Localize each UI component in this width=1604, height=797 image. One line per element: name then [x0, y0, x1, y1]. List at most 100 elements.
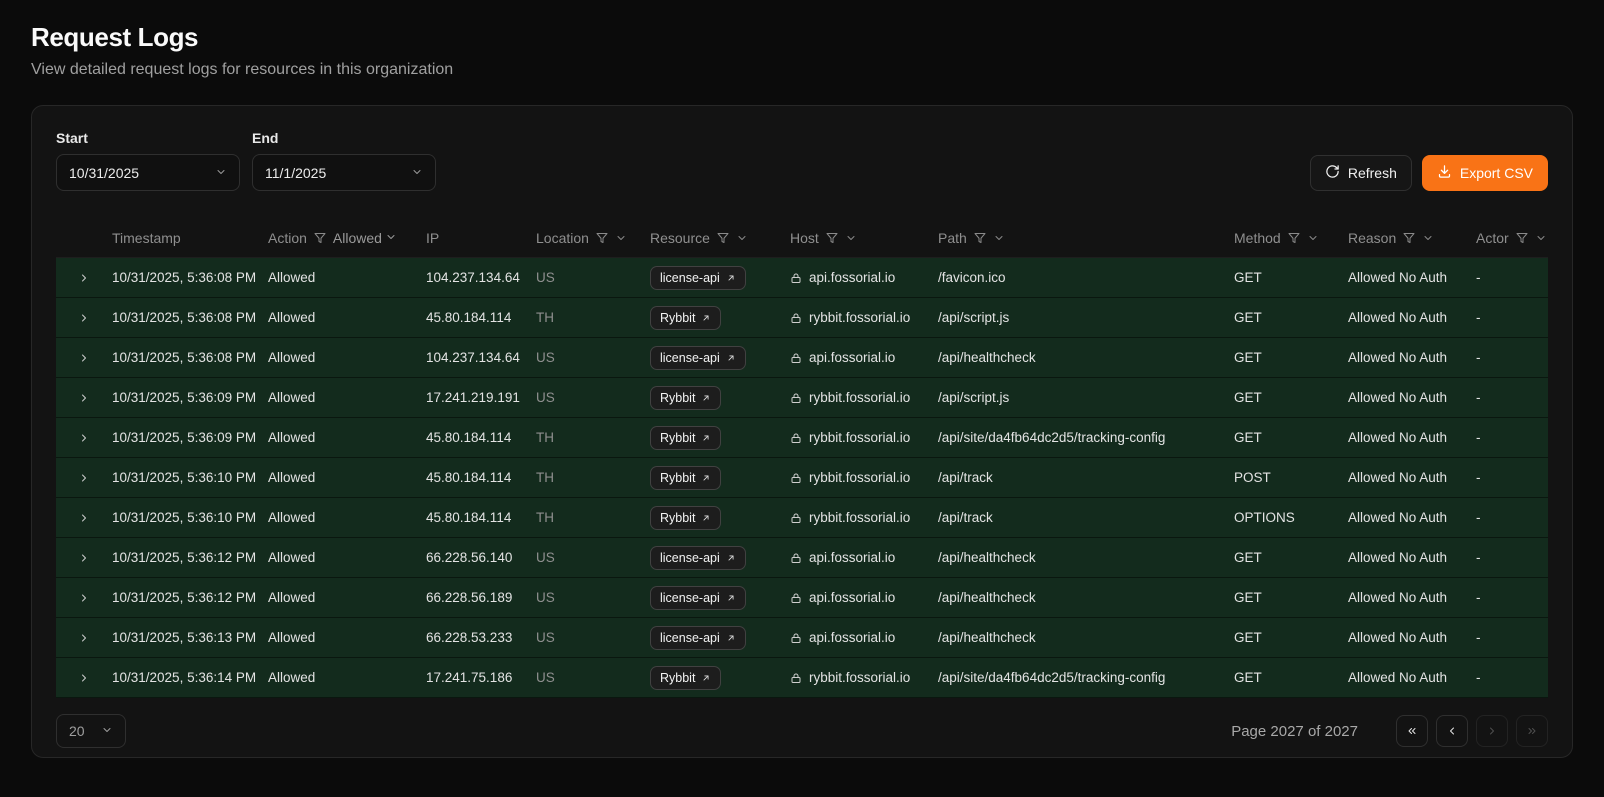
cell-method: OPTIONS	[1226, 510, 1340, 525]
cell-timestamp: 10/31/2025, 5:36:10 PM	[104, 510, 260, 525]
resource-badge[interactable]: license-api	[650, 626, 746, 650]
resource-badge[interactable]: Rybbit	[650, 426, 721, 450]
cell-path: /api/healthcheck	[930, 590, 1226, 605]
cell-reason: Allowed No Auth	[1340, 510, 1468, 525]
cell-path: /api/script.js	[930, 390, 1226, 405]
chevron-right-icon[interactable]	[78, 272, 90, 284]
arrow-up-right-icon	[701, 673, 711, 683]
filter-icon[interactable]	[974, 232, 986, 244]
filter-icon[interactable]	[1288, 232, 1300, 244]
cell-action: Allowed	[260, 630, 418, 645]
expander-cell	[56, 512, 104, 524]
resource-badge[interactable]: Rybbit	[650, 466, 721, 490]
chevron-right-icon[interactable]	[78, 672, 90, 684]
chevron-down-icon	[385, 230, 397, 246]
cell-action: Allowed	[260, 430, 418, 445]
col-timestamp: Timestamp	[104, 230, 260, 246]
col-ip: IP	[418, 230, 528, 246]
filter-icon[interactable]	[1516, 232, 1528, 244]
chevron-right-icon[interactable]	[78, 472, 90, 484]
cell-resource: Rybbit	[642, 506, 782, 530]
next-page-button[interactable]	[1476, 715, 1508, 747]
resource-badge[interactable]: license-api	[650, 586, 746, 610]
resource-badge[interactable]: Rybbit	[650, 306, 721, 330]
table-row[interactable]: 10/31/2025, 5:36:10 PM Allowed 45.80.184…	[56, 498, 1548, 538]
cell-resource: Rybbit	[642, 426, 782, 450]
refresh-button[interactable]: Refresh	[1310, 155, 1412, 191]
resource-badge[interactable]: Rybbit	[650, 386, 721, 410]
cell-reason: Allowed No Auth	[1340, 590, 1468, 605]
chevron-down-icon[interactable]	[845, 232, 857, 244]
cell-location: TH	[528, 430, 642, 445]
page-size-select[interactable]: 20	[56, 714, 126, 748]
filter-icon[interactable]	[1403, 232, 1415, 244]
cell-actor: -	[1468, 550, 1548, 565]
filter-icon[interactable]	[596, 232, 608, 244]
cell-path: /api/healthcheck	[930, 550, 1226, 565]
table-row[interactable]: 10/31/2025, 5:36:08 PM Allowed 104.237.1…	[56, 258, 1548, 298]
cell-actor: -	[1468, 390, 1548, 405]
first-page-button[interactable]	[1396, 715, 1428, 747]
chevron-down-icon[interactable]	[1307, 232, 1319, 244]
cell-actor: -	[1468, 310, 1548, 325]
arrow-up-right-icon	[701, 513, 711, 523]
action-filter-select[interactable]: Allowed	[333, 230, 397, 246]
cell-path: /api/track	[930, 510, 1226, 525]
table-row[interactable]: 10/31/2025, 5:36:09 PM Allowed 17.241.21…	[56, 378, 1548, 418]
table-row[interactable]: 10/31/2025, 5:36:12 PM Allowed 66.228.56…	[56, 578, 1548, 618]
cell-reason: Allowed No Auth	[1340, 310, 1468, 325]
table-row[interactable]: 10/31/2025, 5:36:09 PM Allowed 45.80.184…	[56, 418, 1548, 458]
chevron-down-icon[interactable]	[615, 232, 627, 244]
cell-host: rybbit.fossorial.io	[782, 510, 930, 525]
col-host: Host	[782, 230, 930, 246]
cell-timestamp: 10/31/2025, 5:36:08 PM	[104, 270, 260, 285]
chevron-right-icon[interactable]	[78, 592, 90, 604]
table-row[interactable]: 10/31/2025, 5:36:12 PM Allowed 66.228.56…	[56, 538, 1548, 578]
start-date-select[interactable]: 10/31/2025	[56, 154, 240, 191]
cell-timestamp: 10/31/2025, 5:36:12 PM	[104, 550, 260, 565]
chevron-down-icon[interactable]	[1422, 232, 1434, 244]
chevron-right-icon[interactable]	[78, 312, 90, 324]
table-row[interactable]: 10/31/2025, 5:36:14 PM Allowed 17.241.75…	[56, 658, 1548, 698]
chevron-right-icon[interactable]	[78, 512, 90, 524]
cell-host: api.fossorial.io	[782, 630, 930, 645]
last-page-button[interactable]	[1516, 715, 1548, 747]
filter-icon[interactable]	[826, 232, 838, 244]
resource-badge[interactable]: license-api	[650, 546, 746, 570]
chevron-right-icon[interactable]	[78, 632, 90, 644]
filter-icon[interactable]	[314, 232, 326, 244]
previous-page-button[interactable]	[1436, 715, 1468, 747]
table-row[interactable]: 10/31/2025, 5:36:08 PM Allowed 104.237.1…	[56, 338, 1548, 378]
col-method: Method	[1226, 230, 1340, 246]
col-reason: Reason	[1340, 230, 1468, 246]
chevron-right-icon[interactable]	[78, 352, 90, 364]
expander-cell	[56, 312, 104, 324]
cell-location: US	[528, 630, 642, 645]
table-row[interactable]: 10/31/2025, 5:36:08 PM Allowed 45.80.184…	[56, 298, 1548, 338]
lock-icon	[790, 632, 802, 644]
filter-icon[interactable]	[717, 232, 729, 244]
table-row[interactable]: 10/31/2025, 5:36:13 PM Allowed 66.228.53…	[56, 618, 1548, 658]
export-csv-button[interactable]: Export CSV	[1422, 155, 1548, 191]
chevron-right-icon[interactable]	[78, 392, 90, 404]
arrow-up-right-icon	[701, 393, 711, 403]
end-date-select[interactable]: 11/1/2025	[252, 154, 436, 191]
cell-action: Allowed	[260, 510, 418, 525]
chevron-down-icon[interactable]	[993, 232, 1005, 244]
table-row[interactable]: 10/31/2025, 5:36:10 PM Allowed 45.80.184…	[56, 458, 1548, 498]
chevron-right-icon[interactable]	[78, 432, 90, 444]
cell-reason: Allowed No Auth	[1340, 350, 1468, 365]
cell-actor: -	[1468, 510, 1548, 525]
resource-badge[interactable]: Rybbit	[650, 666, 721, 690]
cell-timestamp: 10/31/2025, 5:36:10 PM	[104, 470, 260, 485]
chevron-down-icon	[411, 165, 423, 181]
cell-resource: Rybbit	[642, 466, 782, 490]
resource-badge[interactable]: license-api	[650, 266, 746, 290]
chevron-down-icon[interactable]	[736, 232, 748, 244]
chevron-down-icon[interactable]	[1535, 232, 1547, 244]
resource-badge[interactable]: Rybbit	[650, 506, 721, 530]
lock-icon	[790, 512, 802, 524]
cell-method: GET	[1226, 550, 1340, 565]
chevron-right-icon[interactable]	[78, 552, 90, 564]
resource-badge[interactable]: license-api	[650, 346, 746, 370]
